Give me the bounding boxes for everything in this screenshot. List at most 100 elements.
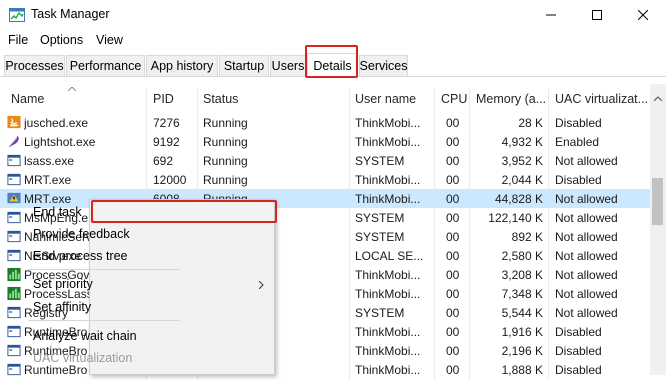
sort-ascending-icon [68,87,76,91]
tab-performance[interactable]: Performance [66,55,145,76]
cell-cpu: 00 [446,192,460,206]
close-icon [638,10,648,20]
cell-cpu: 00 [446,173,460,187]
cell-pid: 12000 [153,173,187,187]
cell-cpu: 00 [446,249,460,263]
cell-mem: 2,196 K [501,344,543,358]
context-menu [89,199,275,375]
menu-item-set-priority[interactable]: Set priority [33,277,93,291]
tab-users[interactable]: Users [270,55,306,76]
cell-cpu: 00 [446,344,460,358]
menu-item-analyze-wait-chain[interactable]: Analyze wait chain [33,329,137,343]
column-header-user-name[interactable]: User name [355,92,416,106]
table-row[interactable]: MRT.exe 12000 Running ThinkMobi... 00 2,044 K… [0,170,650,189]
cell-cpu: 00 [446,230,460,244]
column-header-name[interactable]: Name [11,92,44,106]
cell-name: lsass.exe [24,154,75,168]
cell-user: ThinkMobi... [355,344,421,358]
cell-mem: 1,916 K [501,325,543,339]
cell-mem: 2,580 K [501,249,543,263]
cell-mem: 7,348 K [501,287,543,301]
chart-green-icon [7,286,21,301]
column-header-pid[interactable]: PID [153,92,174,106]
cell-mem: 122,140 K [488,211,543,225]
cell-status: Running [203,135,248,149]
window-app-icon [7,344,21,357]
cell-cpu: 00 [446,116,460,130]
scroll-up-button[interactable] [650,90,666,106]
cell-uac: Not allowed [555,154,618,168]
cell-user: SYSTEM [355,306,405,320]
menu-separator [28,269,180,270]
cell-mem: 3,208 K [501,268,543,282]
cell-cpu: 00 [446,306,460,320]
close-button[interactable] [620,0,666,30]
cell-user: ThinkMobi... [355,135,421,149]
cell-user: SYSTEM [355,230,405,244]
window-title: Task Manager [31,7,110,21]
cell-user: ThinkMobi... [355,173,421,187]
cell-user: ThinkMobi... [355,325,421,339]
task-manager-icon [9,8,25,22]
cell-uac: Not allowed [555,249,618,263]
minimize-button[interactable] [528,0,574,30]
cell-user: ThinkMobi... [355,192,421,206]
cell-mem: 44,828 K [494,192,543,206]
cell-user: SYSTEM [355,154,405,168]
cell-user: ThinkMobi... [355,287,421,301]
tab-startup[interactable]: Startup [219,55,269,76]
window-app-icon [7,211,21,224]
menu-item-end-process-tree[interactable]: End process tree [33,249,128,263]
cell-mem: 892 K [511,230,543,244]
maximize-button[interactable] [574,0,620,30]
cell-pid: 7276 [153,116,180,130]
cell-mem: 2,044 K [501,173,543,187]
window-app-icon [7,154,21,167]
column-header-memory[interactable]: Memory (a... [476,92,546,106]
cell-uac: Not allowed [555,192,618,206]
cell-mem: 3,952 K [501,154,543,168]
menu-file[interactable]: File [8,33,28,47]
window-app-icon [7,325,21,338]
cell-uac: Not allowed [555,306,618,320]
cell-user: SYSTEM [355,211,405,225]
table-row[interactable]: jusched.exe 7276 Running ThinkMobi... 00 28 K… [0,113,650,132]
cell-uac: Disabled [555,173,602,187]
cell-user: LOCAL SE... [355,249,424,263]
cell-pid: 9192 [153,135,180,149]
table-row[interactable]: Lightshot.exe 9192 Running ThinkMobi... 00 4,… [0,132,650,151]
menu-options[interactable]: Options [40,33,83,47]
menu-item-uac-virtualization: UAC virtualization [33,351,133,365]
cell-name: MRT.exe [24,173,72,187]
menu-item-provide-feedback[interactable]: Provide feedback [33,227,130,241]
cell-uac: Not allowed [555,268,618,282]
cell-pid: 692 [153,154,174,168]
cell-cpu: 00 [446,287,460,301]
cell-status: Running [203,116,248,130]
menu-item-end-task[interactable]: End task [33,205,82,219]
cell-uac: Disabled [555,344,602,358]
tab-processes[interactable]: Processes [4,55,65,76]
cell-status: Running [203,154,248,168]
maximize-icon [592,10,602,20]
column-header-status[interactable]: Status [203,92,238,106]
cell-uac: Enabled [555,135,600,149]
cell-name: Lightshot.exe [24,135,96,149]
feather-icon [8,135,19,148]
tab-services[interactable]: Services [359,55,408,76]
menu-item-set-affinity[interactable]: Set affinity [33,300,91,314]
tab-app-history[interactable]: App history [146,55,218,76]
cell-cpu: 00 [446,325,460,339]
menu-view[interactable]: View [96,33,123,47]
cell-uac: Not allowed [555,211,618,225]
vertical-scrollbar[interactable] [650,84,666,375]
scrollbar-thumb[interactable] [652,178,663,225]
cell-uac: Not allowed [555,230,618,244]
table-row[interactable]: lsass.exe 692 Running SYSTEM 00 3,952 K Not al… [0,151,650,170]
column-header-uac[interactable]: UAC virtualizat... [555,92,648,106]
submenu-arrow-icon [259,281,264,289]
cell-user: ThinkMobi... [355,116,421,130]
cell-name: jusched.exe [24,116,89,130]
java-icon [7,115,21,129]
column-header-cpu[interactable]: CPU [441,92,467,106]
